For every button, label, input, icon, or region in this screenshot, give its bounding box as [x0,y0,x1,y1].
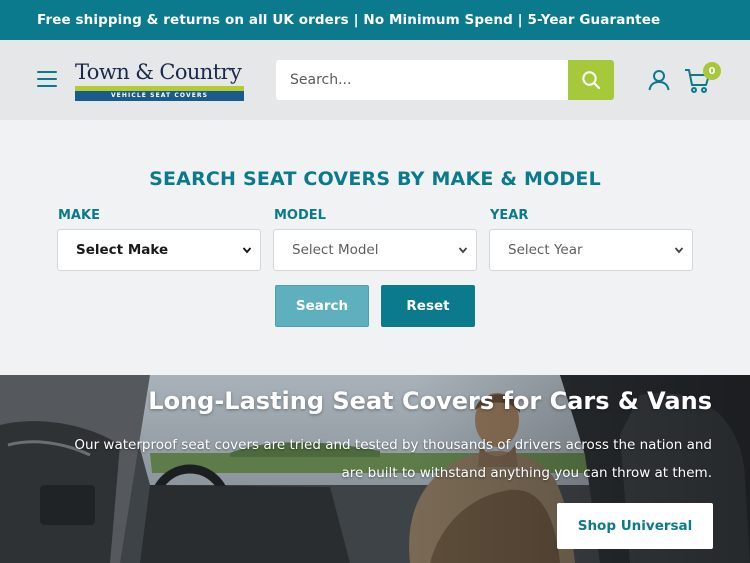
shop-universal-button[interactable]: Shop Universal [557,503,713,549]
year-select[interactable]: Select Year [489,229,693,271]
finder-title: SEARCH SEAT COVERS BY MAKE & MODEL [149,168,601,190]
hamburger-menu-icon[interactable] [37,71,57,87]
hero-title: Long-Lasting Seat Covers for Cars & Vans [148,387,712,415]
hero-banner: Long-Lasting Seat Covers for Cars & Vans… [0,375,750,563]
site-logo[interactable]: Town & Country VEHICLE SEAT COVERS [75,60,245,102]
model-label: MODEL [274,208,326,223]
cart-count-badge: 0 [703,62,721,80]
chevron-down-icon [242,247,252,254]
model-select-value: Select Model [292,242,379,258]
model-select[interactable]: Select Model [273,229,477,271]
search-bar [276,60,614,100]
announcement-bar: Free shipping & returns on all UK orders… [0,0,750,40]
year-label: YEAR [490,208,529,223]
chevron-down-icon [458,247,468,254]
logo-wordmark: Town & Country [75,60,242,84]
search-input[interactable] [276,60,569,100]
search-icon [582,71,601,90]
site-header: Town & Country VEHICLE SEAT COVERS 0 [0,40,750,120]
year-select-value: Select Year [508,242,583,258]
finder-search-button[interactable]: Search [275,285,369,327]
make-select-value: Select Make [76,242,169,258]
user-icon[interactable] [648,69,670,91]
chevron-down-icon [674,247,684,254]
search-button[interactable] [568,60,614,100]
finder-reset-button[interactable]: Reset [381,285,475,327]
hero-subtitle: Our waterproof seat covers are tried and… [74,437,712,481]
make-select[interactable]: Select Make [57,229,261,271]
announcement-text: Free shipping & returns on all UK orders… [37,12,661,28]
make-label: MAKE [58,208,100,223]
logo-tagline: VEHICLE SEAT COVERS [75,91,244,101]
